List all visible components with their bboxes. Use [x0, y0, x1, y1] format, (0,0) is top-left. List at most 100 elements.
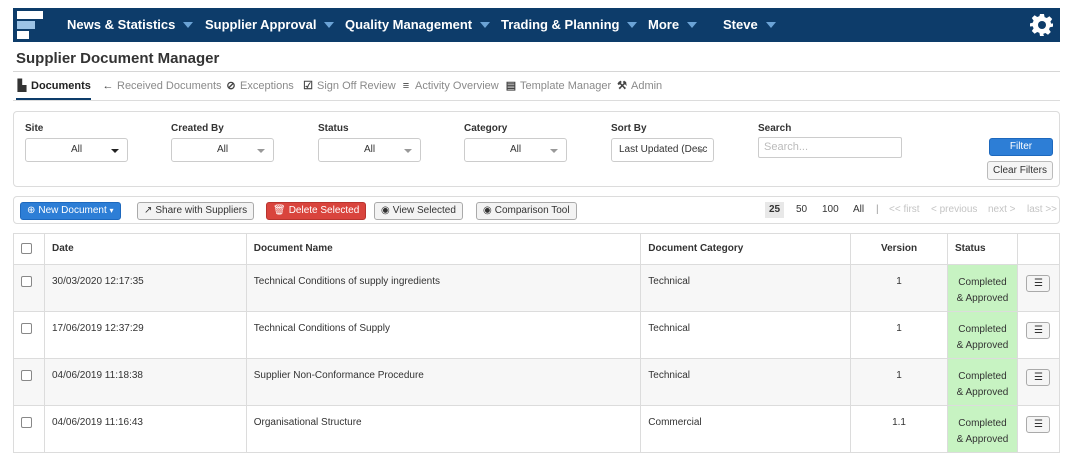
tab-label: Exceptions	[240, 80, 294, 92]
status-line: & Approved	[956, 340, 1009, 351]
status-line: & Approved	[956, 293, 1009, 304]
documents-table: Date Document Name Document Category Ver…	[13, 233, 1061, 453]
table-row[interactable]: 30/03/2020 12:17:35 Technical Conditions…	[13, 264, 1061, 312]
row-checkbox[interactable]	[21, 370, 32, 381]
row-checkbox[interactable]	[21, 323, 32, 334]
previous-page-link[interactable]: < previous	[931, 204, 977, 215]
row-select-cell	[13, 264, 45, 312]
list-icon[interactable]: ☰	[1026, 322, 1051, 339]
table-row[interactable]: 17/06/2019 12:37:29 Technical Conditions…	[13, 311, 1061, 359]
list-icon[interactable]: ☰	[1026, 416, 1051, 433]
share-with-suppliers-button[interactable]: ↗ Share with Suppliers	[137, 202, 255, 220]
document-toolbar: ⊕ New Document ▾ ↗ Share with Suppliers 🗑 D…	[13, 196, 1060, 224]
status-line: & Approved	[956, 434, 1009, 445]
document-name-cell[interactable]: Technical Conditions of supply ingredien…	[245, 264, 642, 312]
sort-by-select[interactable]: Last Updated (Desc	[611, 138, 714, 162]
tab-sign-off-review[interactable]: ☑ Sign Off Review	[302, 78, 396, 100]
chevron-down-icon	[324, 21, 335, 28]
delete-label: Delete Selected	[288, 205, 360, 216]
date-cell: 17/06/2019 12:37:29	[43, 311, 247, 359]
page-size-all[interactable]: All	[853, 204, 864, 215]
last-page-link[interactable]: last >>	[1027, 204, 1057, 215]
view-selected-button[interactable]: ◉ View Selected	[374, 202, 463, 220]
page-size-100[interactable]: 100	[822, 204, 839, 215]
document-name-cell[interactable]: Supplier Non-Conformance Procedure	[245, 358, 642, 406]
nav-trading-planning[interactable]: Trading & Planning	[501, 8, 638, 42]
tab-admin[interactable]: ⚒ Admin	[616, 78, 662, 100]
table-row[interactable]: 04/06/2019 11:18:38 Supplier Non-Conform…	[13, 358, 1061, 406]
table-row[interactable]: 04/06/2019 11:16:43 Organisational Struc…	[13, 405, 1061, 453]
share-label: Share with Suppliers	[155, 205, 248, 216]
document-name-header[interactable]: Document Name	[245, 233, 642, 265]
edit-check-icon: ☑	[303, 80, 313, 92]
document-category-header[interactable]: Document Category	[640, 233, 852, 265]
version-header[interactable]: Version	[850, 233, 948, 265]
comparison-tool-button[interactable]: ◉ Comparison Tool	[476, 202, 577, 220]
pager-separator: |	[876, 204, 879, 215]
status-select[interactable]: All	[318, 138, 421, 162]
tab-label: Sign Off Review	[317, 80, 396, 92]
filter-button[interactable]: Filter	[989, 138, 1053, 156]
logo-icon[interactable]	[17, 9, 43, 41]
category-cell: Technical	[640, 264, 852, 312]
compare-label: Comparison Tool	[494, 205, 570, 216]
version-cell: 1	[850, 358, 948, 406]
row-checkbox[interactable]	[21, 276, 32, 287]
tab-activity-overview[interactable]: ≡ Activity Overview	[400, 78, 499, 100]
row-checkbox[interactable]	[21, 417, 32, 428]
status-label: Status	[318, 123, 349, 134]
site-select[interactable]: All	[25, 138, 128, 162]
actions-cell: ☰	[1016, 311, 1061, 359]
first-page-link[interactable]: << first	[889, 204, 920, 215]
nav-quality-management[interactable]: Quality Management	[345, 8, 491, 42]
status-value: All	[363, 144, 376, 155]
chevron-down-icon	[480, 21, 491, 28]
new-document-button[interactable]: ⊕ New Document ▾	[20, 202, 121, 220]
nav-user-menu[interactable]: Steve	[723, 8, 776, 42]
tab-received-documents[interactable]: ← Received Documents	[102, 78, 222, 100]
nav-news-statistics[interactable]: News & Statistics	[67, 8, 194, 42]
actions-header	[1016, 233, 1061, 265]
select-all-cell	[13, 233, 45, 265]
tab-documents[interactable]: ▙ Documents	[16, 78, 91, 100]
tab-exceptions[interactable]: ⊘ Exceptions	[225, 78, 294, 100]
tab-template-manager[interactable]: ▤ Template Manager	[505, 78, 611, 100]
tab-label: Received Documents	[117, 80, 222, 92]
trash-icon: 🗑	[273, 205, 286, 216]
delete-selected-button[interactable]: 🗑 Delete Selected	[266, 202, 367, 220]
page-size-25[interactable]: 25	[765, 202, 785, 218]
status-header[interactable]: Status	[946, 233, 1018, 265]
chevron-down-icon	[183, 21, 194, 28]
nav-label: Trading & Planning	[501, 17, 620, 32]
date-header[interactable]: Date	[43, 233, 247, 265]
search-label: Search	[758, 123, 792, 134]
tab-label: Documents	[31, 80, 91, 92]
clear-filters-button[interactable]: Clear Filters	[987, 161, 1053, 180]
nav-supplier-approval[interactable]: Supplier Approval	[205, 8, 335, 42]
chevron-down-icon	[111, 149, 119, 153]
table-icon: ▤	[505, 80, 517, 92]
actions-cell: ☰	[1016, 358, 1061, 406]
list-icon[interactable]: ☰	[1026, 369, 1051, 386]
page-size-50[interactable]: 50	[796, 204, 807, 215]
search-input[interactable]: Search...	[758, 137, 902, 158]
chevron-down-icon	[550, 149, 558, 153]
created-by-select[interactable]: All	[171, 138, 274, 162]
status-line: Completed	[958, 324, 1007, 335]
tab-label: Template Manager	[520, 80, 612, 92]
check-circle-icon: ⊘	[226, 80, 236, 92]
list-icon[interactable]: ☰	[1026, 275, 1051, 292]
next-page-link[interactable]: next >	[988, 204, 1016, 215]
nav-more[interactable]: More	[648, 8, 698, 42]
chevron-down-icon	[687, 21, 698, 28]
gear-icon[interactable]	[1030, 13, 1054, 37]
status-badge: Completed & Approved	[946, 311, 1018, 359]
tab-label: Activity Overview	[415, 80, 499, 92]
document-name-cell[interactable]: Organisational Structure	[245, 405, 642, 453]
chevron-down-icon	[765, 21, 776, 28]
document-name-cell[interactable]: Technical Conditions of Supply	[245, 311, 642, 359]
select-all-checkbox[interactable]	[21, 243, 32, 254]
nav-label: Quality Management	[345, 17, 473, 32]
chevron-down-icon	[697, 149, 705, 153]
category-select[interactable]: All	[464, 138, 567, 162]
